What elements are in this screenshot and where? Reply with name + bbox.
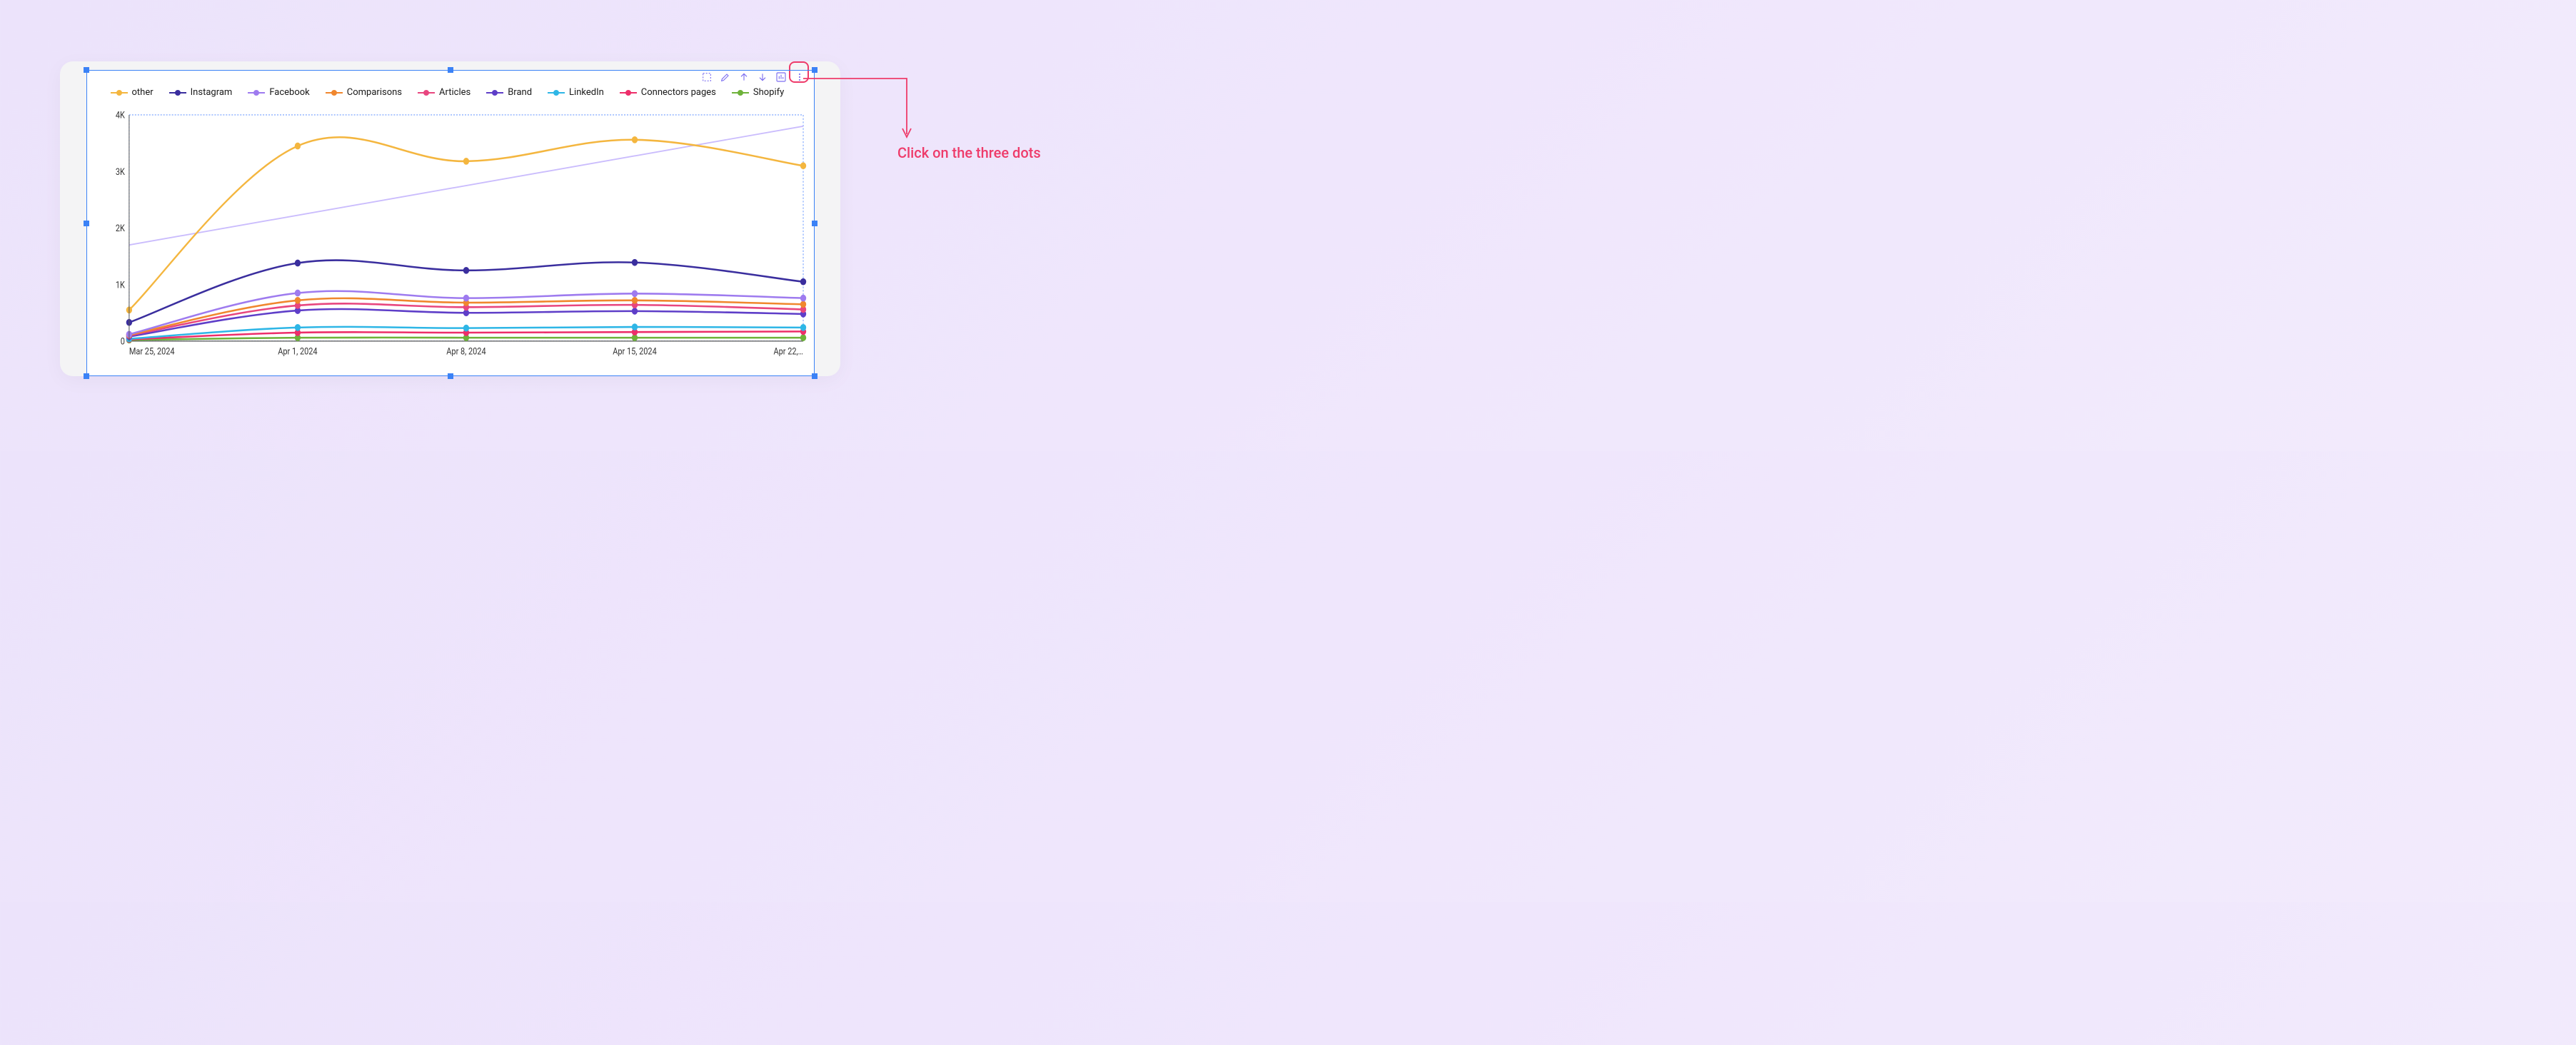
resize-handle-mr[interactable] bbox=[812, 221, 817, 226]
legend-swatch bbox=[418, 92, 435, 94]
series-point bbox=[294, 260, 300, 267]
resize-handle-br[interactable] bbox=[812, 373, 817, 379]
resize-handle-bm[interactable] bbox=[448, 373, 453, 379]
legend-swatch bbox=[620, 92, 637, 94]
legend-label: Comparisons bbox=[347, 87, 402, 98]
y-tick-label: 3K bbox=[115, 166, 125, 177]
series-point bbox=[294, 324, 300, 331]
legend-item[interactable]: Connectors pages bbox=[620, 87, 716, 98]
legend-label: Connectors pages bbox=[641, 87, 716, 98]
resize-handle-ml[interactable] bbox=[84, 221, 89, 226]
arrow-down-icon[interactable] bbox=[755, 69, 770, 85]
resize-handle-tm[interactable] bbox=[448, 67, 453, 73]
x-tick-label: Mar 25, 2024 bbox=[129, 346, 174, 357]
legend-swatch bbox=[326, 92, 343, 94]
legend-label: Brand bbox=[508, 87, 532, 98]
legend-item[interactable]: Instagram bbox=[169, 87, 233, 98]
legend-item[interactable]: Articles bbox=[418, 87, 471, 98]
legend-swatch bbox=[548, 92, 565, 94]
legend-label: Shopify bbox=[753, 87, 784, 98]
editor-canvas: other Instagram Facebook Comparisons Article… bbox=[60, 61, 840, 376]
series-point bbox=[631, 136, 637, 143]
series-point bbox=[631, 308, 637, 315]
resize-handle-bl[interactable] bbox=[84, 373, 89, 379]
x-tick-label: Apr 8, 2024 bbox=[446, 346, 486, 357]
pencil-icon[interactable] bbox=[718, 69, 733, 85]
series-point bbox=[463, 325, 468, 332]
series-point bbox=[800, 334, 805, 341]
trendline bbox=[129, 126, 803, 245]
legend-label: Facebook bbox=[269, 87, 309, 98]
y-tick-label: 2K bbox=[115, 223, 125, 233]
series-point bbox=[463, 267, 468, 274]
bounding-box-icon[interactable] bbox=[699, 69, 715, 85]
series-point bbox=[631, 323, 637, 330]
legend-item[interactable]: Comparisons bbox=[326, 87, 402, 98]
arrow-up-icon[interactable] bbox=[736, 69, 752, 85]
more-icon[interactable] bbox=[792, 69, 807, 85]
chart-plot: 0 1K 2K 3K 4K Mar 25, 2024 Apr 1, 2024 Apr 8, 2… bbox=[111, 110, 807, 358]
y-tick-label: 0 bbox=[120, 336, 124, 347]
legend-swatch bbox=[169, 92, 186, 94]
x-tick-label: Apr 15, 2024 bbox=[613, 346, 657, 357]
y-tick-label: 4K bbox=[115, 110, 125, 121]
series-point bbox=[800, 278, 805, 286]
series-point bbox=[294, 290, 300, 297]
widget-toolbar bbox=[696, 67, 810, 87]
legend-swatch bbox=[111, 92, 128, 94]
chart-widget[interactable]: other Instagram Facebook Comparisons Article… bbox=[86, 70, 815, 376]
legend-item[interactable]: Shopify bbox=[732, 87, 784, 98]
series-point bbox=[631, 297, 637, 304]
series-point bbox=[631, 259, 637, 266]
annotation-text: Click on the three dots bbox=[897, 143, 1055, 163]
legend-label: other bbox=[132, 87, 154, 98]
legend-item[interactable]: LinkedIn bbox=[548, 87, 604, 98]
series-point bbox=[800, 162, 805, 169]
series-point bbox=[294, 143, 300, 150]
series-point bbox=[631, 290, 637, 297]
series-point bbox=[800, 295, 805, 302]
resize-handle-tr[interactable] bbox=[812, 67, 817, 73]
series-point bbox=[294, 297, 300, 304]
series-point bbox=[800, 301, 805, 308]
legend-item[interactable]: Facebook bbox=[248, 87, 309, 98]
legend-swatch bbox=[248, 92, 265, 94]
legend-swatch bbox=[486, 92, 503, 94]
legend-item[interactable]: other bbox=[111, 87, 154, 98]
legend-label: LinkedIn bbox=[569, 87, 604, 98]
x-tick-label: Apr 22,… bbox=[773, 346, 803, 357]
chart-legend: other Instagram Facebook Comparisons Article… bbox=[111, 87, 800, 98]
series-point bbox=[800, 324, 805, 331]
series-point bbox=[463, 158, 468, 165]
y-tick-label: 1K bbox=[115, 279, 125, 290]
legend-label: Articles bbox=[439, 87, 471, 98]
legend-item[interactable]: Brand bbox=[486, 87, 532, 98]
chart-icon[interactable] bbox=[773, 69, 789, 85]
series-point bbox=[463, 295, 468, 302]
legend-swatch bbox=[732, 92, 749, 94]
legend-label: Instagram bbox=[191, 87, 233, 98]
resize-handle-tl[interactable] bbox=[84, 67, 89, 73]
x-tick-label: Apr 1, 2024 bbox=[278, 346, 318, 357]
